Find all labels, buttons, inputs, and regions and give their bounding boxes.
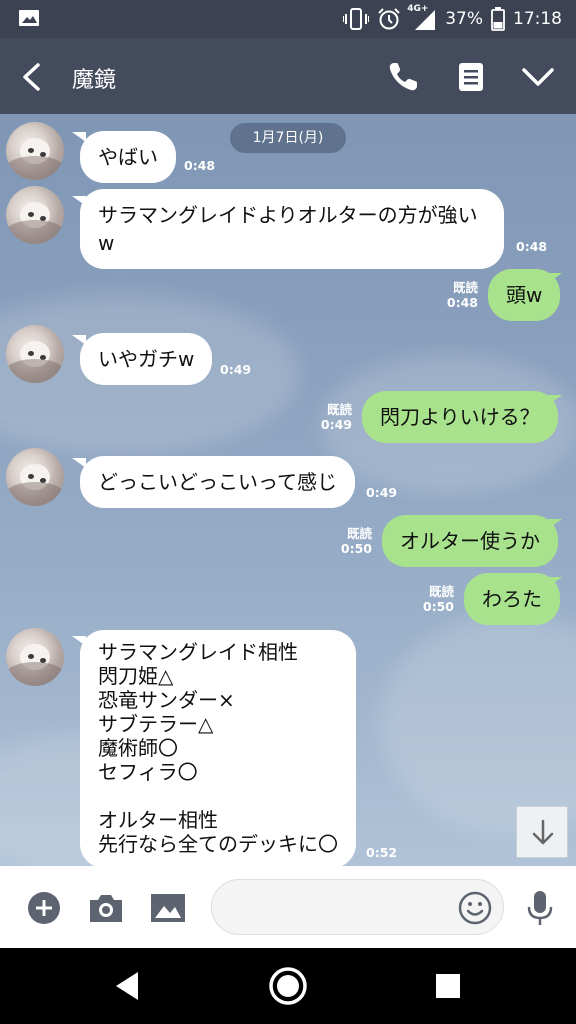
battery-icon — [491, 7, 505, 31]
phone-icon[interactable] — [386, 60, 420, 94]
recents-icon[interactable] — [428, 966, 468, 1006]
avatar[interactable] — [6, 628, 64, 686]
date-separator: 1月7日(月) — [230, 123, 346, 153]
message-bubble-outgoing[interactable]: 閃刀よりいける？ — [362, 391, 558, 443]
battery-percent: 37% — [445, 9, 483, 29]
back-arrow-icon[interactable] — [18, 62, 46, 92]
message-input-bar — [0, 866, 576, 948]
scroll-to-bottom-button[interactable] — [516, 806, 568, 858]
back-icon[interactable] — [108, 966, 148, 1006]
status-bar: 4G+ 37% 17:18 — [0, 0, 576, 38]
vibrate-icon — [343, 8, 370, 30]
chat-title: 魔鏡 — [72, 68, 117, 93]
read-receipt: 既読 0:50 — [340, 526, 372, 556]
bubble-tail — [548, 273, 562, 283]
arrow-down-icon — [532, 819, 554, 845]
plus-icon[interactable] — [24, 888, 64, 928]
read-receipt: 既読 0:50 — [422, 584, 454, 614]
home-icon[interactable] — [266, 964, 310, 1008]
avatar[interactable] — [6, 122, 64, 180]
bubble-tail — [548, 577, 562, 587]
message-text-box[interactable] — [211, 879, 504, 935]
message-time: 0:52 — [366, 845, 398, 860]
message-time: 0:49 — [366, 485, 398, 500]
message-time: 0:48 — [184, 158, 216, 173]
message-input[interactable] — [230, 892, 450, 922]
chevron-down-icon[interactable] — [520, 64, 556, 90]
alarm-icon — [378, 8, 400, 30]
bubble-tail — [548, 519, 562, 529]
read-receipt: 既読 0:48 — [446, 280, 478, 310]
message-bubble-outgoing[interactable]: わろた — [464, 573, 560, 625]
avatar[interactable] — [6, 186, 64, 244]
signal-icon — [415, 10, 436, 30]
clock: 17:18 — [513, 9, 562, 29]
read-receipt: 既読 0:49 — [320, 402, 352, 432]
camera-icon[interactable] — [86, 888, 126, 928]
message-time: 0:49 — [220, 362, 252, 377]
message-bubble-incoming[interactable]: いやガチw — [80, 333, 213, 385]
system-nav-bar — [0, 948, 576, 1024]
message-bubble-incoming[interactable]: やばい — [80, 131, 176, 183]
image-icon[interactable] — [148, 888, 188, 928]
image-icon — [19, 10, 39, 26]
message-bubble-incoming[interactable]: どっこいどっこいって感じ — [80, 456, 355, 508]
message-bubble-outgoing[interactable]: オルター使うか — [382, 515, 558, 567]
emoji-icon[interactable] — [457, 890, 493, 926]
avatar[interactable] — [6, 325, 64, 383]
bubble-tail — [548, 395, 562, 405]
message-time: 0:48 — [516, 239, 548, 254]
message-bubble-incoming[interactable]: サラマングレイドよりオルターの方が強い w — [80, 189, 504, 269]
avatar[interactable] — [6, 448, 64, 506]
chat-header: 魔鏡 — [0, 38, 576, 114]
chat-area[interactable]: 1月7日(月) やばい 0:48 サラマングレイドよりオルターの方が強い w 0… — [0, 114, 576, 866]
message-bubble-incoming[interactable]: サラマングレイド相性 閃刀姫△ 恐竜サンダー× サブテラー△ 魔術師〇 セフィラ… — [80, 630, 356, 866]
microphone-icon[interactable] — [520, 888, 560, 928]
menu-icon[interactable] — [458, 62, 484, 92]
